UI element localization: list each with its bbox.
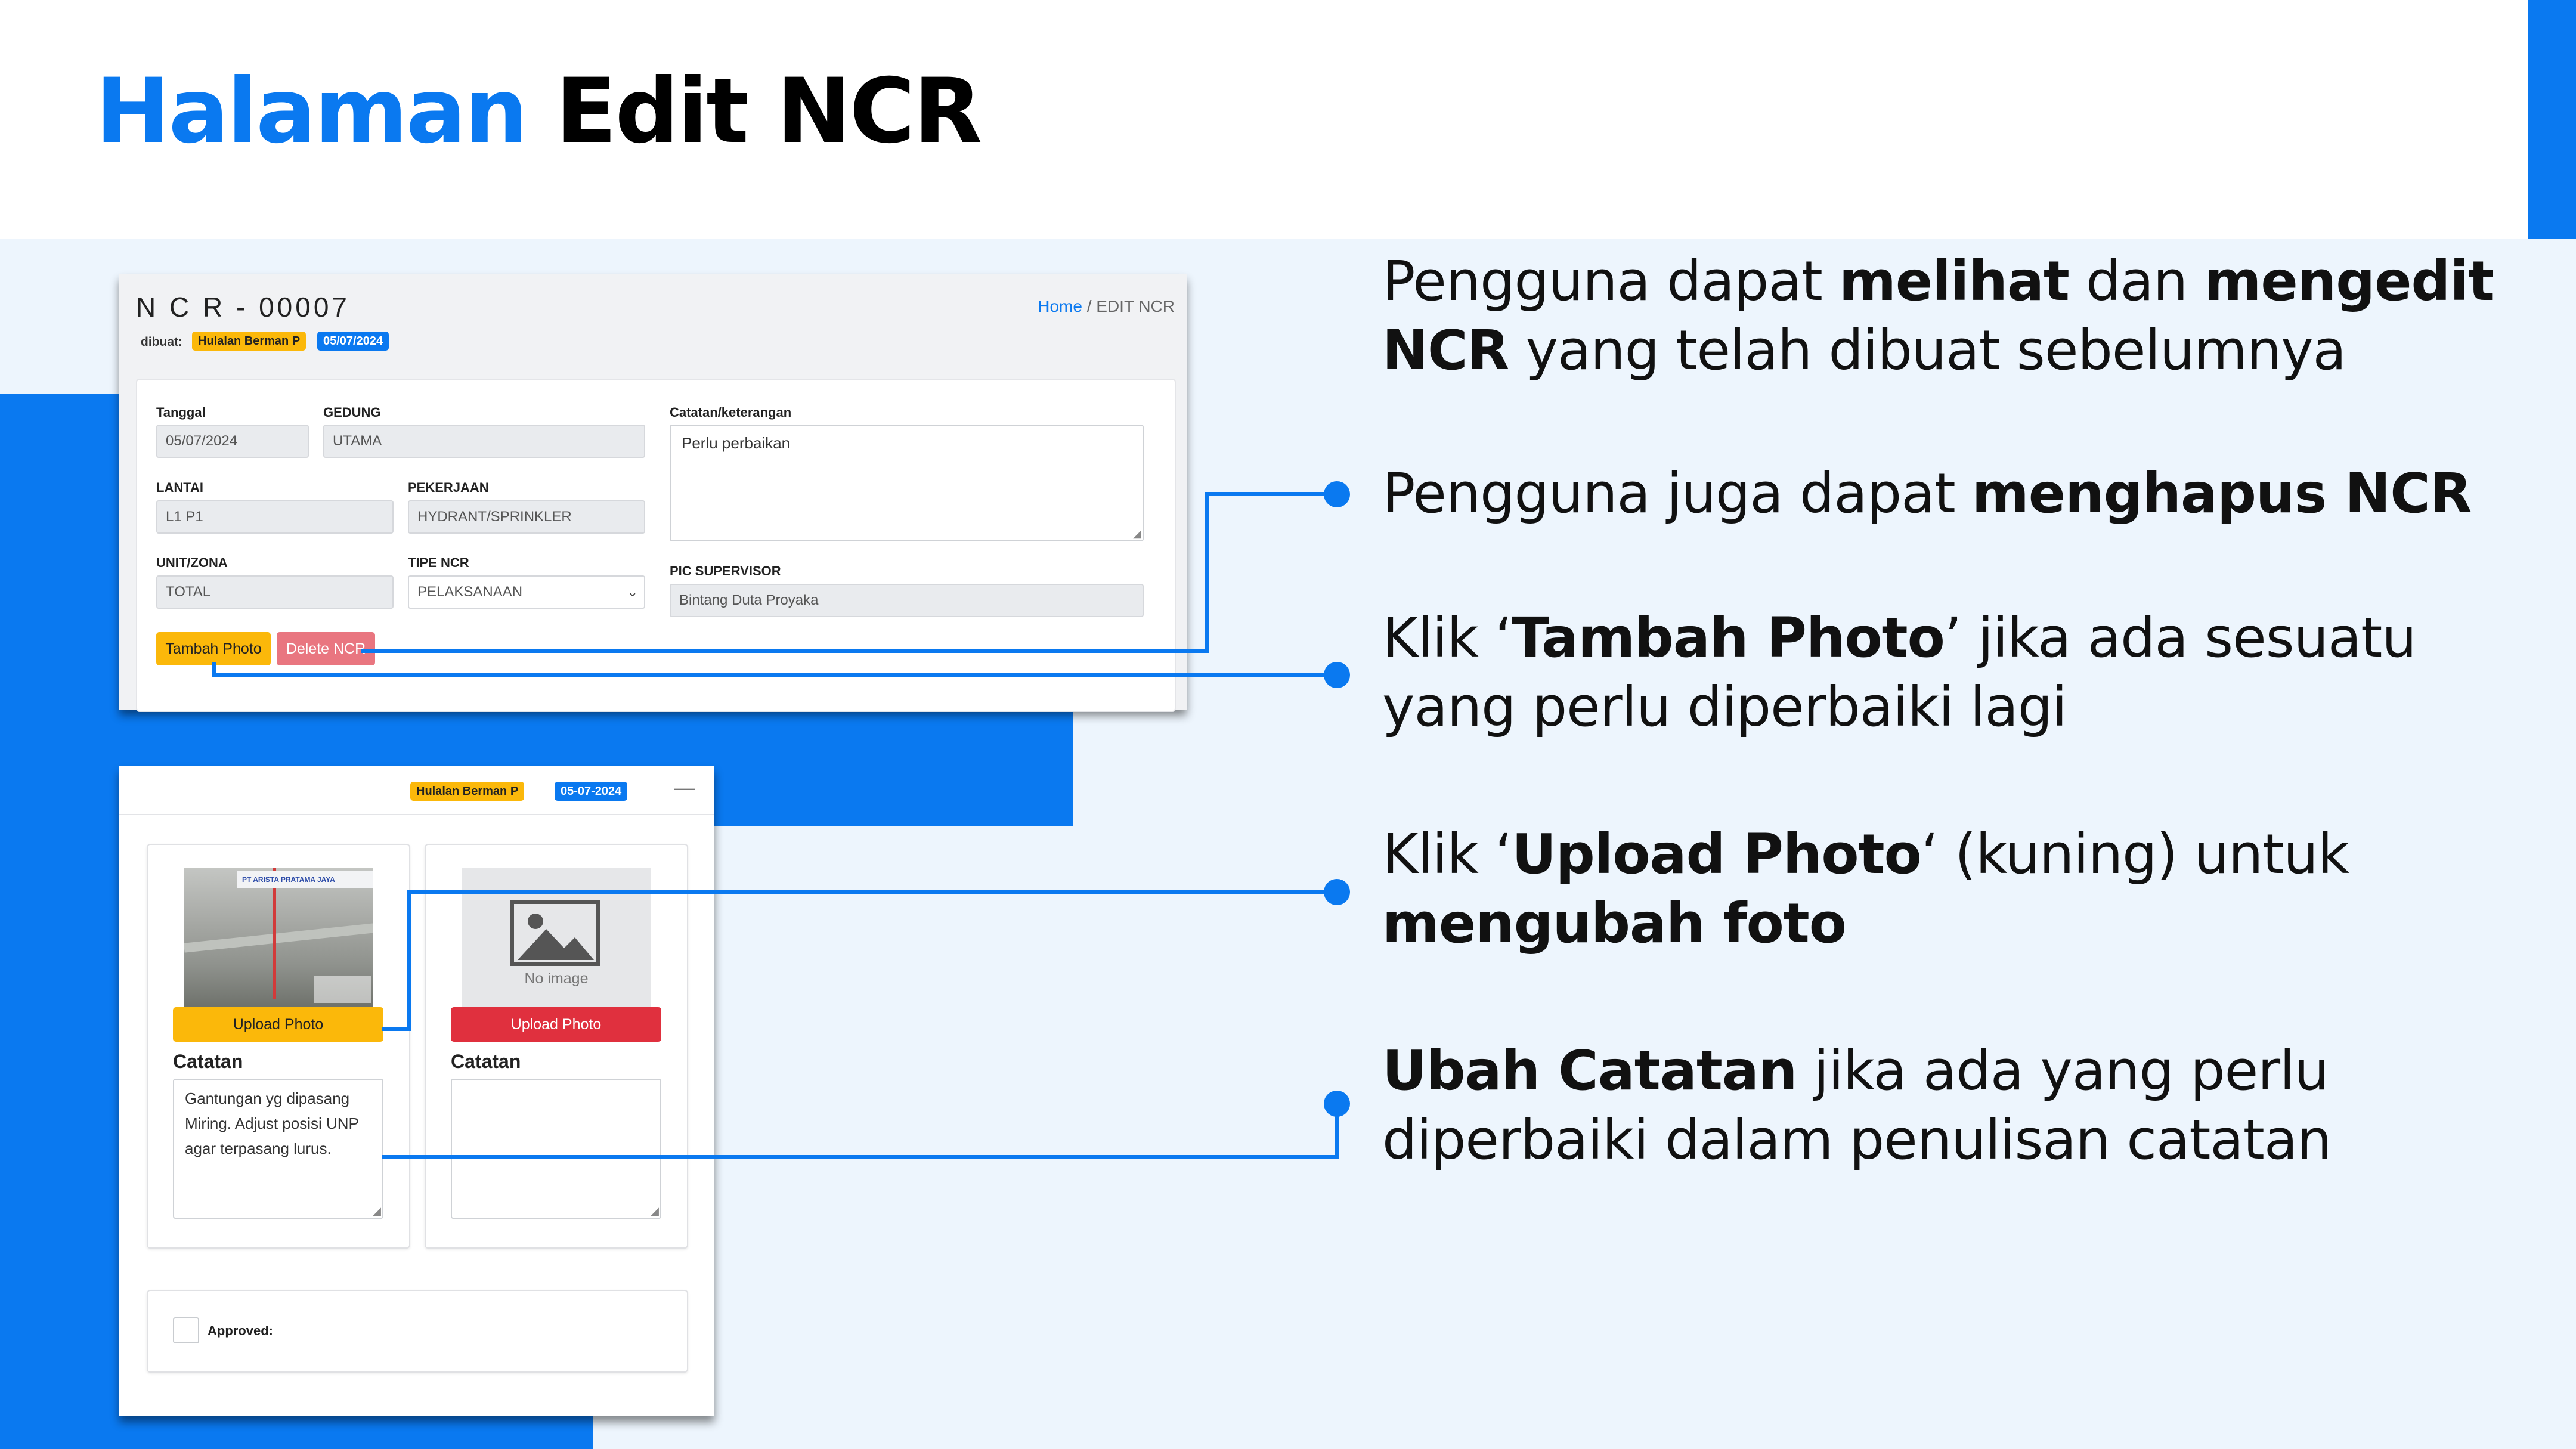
unit-zona-input[interactable]: TOTAL: [156, 575, 394, 609]
desc-text: Pengguna juga dapat: [1382, 462, 1972, 525]
resize-grip-icon[interactable]: ◢: [373, 1206, 381, 1216]
desc-text: ‘ (kuning) untuk: [1921, 822, 2349, 886]
upload-photo-button[interactable]: Upload Photo: [173, 1007, 383, 1042]
date-badge: 05/07/2024: [317, 332, 389, 351]
no-image-text: No image: [524, 970, 589, 987]
desc-view-edit: Pengguna dapat melihat dan mengedit NCR y…: [1382, 247, 2494, 385]
connector-dot: [1324, 481, 1350, 507]
connector-dot: [1324, 1091, 1350, 1117]
connector-line: [361, 649, 1209, 653]
connector-line: [407, 890, 1337, 894]
desc-delete: Pengguna juga dapat menghapus NCR: [1382, 459, 2472, 528]
desc-text: diperbaiki dalam penulisan catatan: [1382, 1108, 2332, 1172]
edit-ncr-screenshot: N C R - 00007 dibuat: Hulalan Berman P 0…: [119, 274, 1187, 712]
accent-bar: [2528, 0, 2576, 239]
catatan-text: Perlu perbaikan: [682, 434, 791, 452]
lantai-input[interactable]: L1 P1: [156, 500, 394, 534]
connector-dot: [1324, 662, 1350, 688]
tanggal-label: Tanggal: [156, 405, 206, 420]
pic-supervisor-label: PIC SUPERVISOR: [670, 564, 781, 578]
lantai-label: LANTAI: [156, 480, 204, 495]
placeholder-photo: No image: [462, 868, 651, 1007]
desc-text: yang perlu diperbaiki lagi: [1382, 675, 2067, 739]
catatan-text: Gantungan yg dipasang Miring. Adjust pos…: [185, 1089, 359, 1157]
desc-text: Pengguna dapat: [1382, 249, 1840, 313]
desc-upload-photo: Klik ‘Upload Photo‘ (kuning) untuk mengub…: [1382, 820, 2349, 958]
header-divider: [119, 814, 714, 815]
pic-supervisor-input[interactable]: Bintang Duta Proyaka: [670, 584, 1144, 617]
catatan-label: Catatan: [173, 1051, 243, 1072]
slide-title: Halaman Edit NCR: [95, 60, 982, 163]
connector-line: [382, 1155, 1339, 1159]
desc-text: dan: [2069, 249, 2205, 313]
upload-photo-button[interactable]: Upload Photo: [451, 1007, 661, 1042]
connector-line: [407, 890, 411, 1031]
approved-label: Approved:: [208, 1323, 273, 1338]
photo-card-empty: No image Upload Photo Catatan ◢: [425, 844, 688, 1249]
desc-emphasis: Upload Photo: [1512, 822, 1922, 886]
chevron-down-icon: ⌄: [627, 584, 638, 599]
gedung-input[interactable]: UTAMA: [323, 425, 645, 458]
resize-grip-icon[interactable]: ◢: [651, 1206, 659, 1216]
breadcrumb-home-link[interactable]: Home: [1038, 297, 1082, 315]
title-highlight: Halaman: [95, 60, 528, 163]
breadcrumb-current: EDIT NCR: [1096, 297, 1175, 315]
photo-card: PT ARISTA PRATAMA JAYA Upload Photo Cata…: [147, 844, 410, 1249]
unit-zona-label: UNIT/ZONA: [156, 555, 228, 570]
tipe-ncr-label: TIPE NCR: [408, 555, 469, 570]
ncr-photo: PT ARISTA PRATAMA JAYA: [184, 868, 373, 1007]
minus-icon[interactable]: —: [674, 775, 695, 800]
approval-card: Approved:: [147, 1290, 688, 1373]
desc-ubah-catatan: Ubah Catatan jika ada yang perlu diperbai…: [1382, 1036, 2332, 1175]
desc-text: yang telah dibuat sebelumnya: [1509, 318, 2346, 382]
resize-grip-icon[interactable]: ◢: [1133, 528, 1141, 539]
tambah-photo-button[interactable]: Tambah Photo: [156, 632, 271, 665]
catatan-label: Catatan/keterangan: [670, 405, 792, 420]
connector-line: [212, 673, 1337, 677]
desc-emphasis: Tambah Photo: [1512, 606, 1945, 670]
catatan-textarea[interactable]: Gantungan yg dipasang Miring. Adjust pos…: [173, 1079, 383, 1219]
tanggal-input[interactable]: 05/07/2024: [156, 425, 309, 458]
pekerjaan-label: PEKERJAAN: [408, 480, 489, 495]
catatan-textarea[interactable]: Perlu perbaikan ◢: [670, 425, 1144, 541]
tipe-ncr-value: PELAKSANAAN: [417, 584, 523, 600]
desc-emphasis: melihat: [1839, 249, 2070, 313]
catatan-textarea[interactable]: ◢: [451, 1079, 661, 1219]
company-logo: PT ARISTA PRATAMA JAYA: [237, 871, 373, 888]
catatan-label: Catatan: [451, 1051, 521, 1072]
desc-text: ’ jika ada sesuatu: [1944, 606, 2417, 670]
ncr-number: N C R - 00007: [136, 292, 351, 323]
desc-emphasis: menghapus NCR: [1971, 462, 2472, 525]
photo-section-screenshot: Hulalan Berman P 05-07-2024 — PT ARISTA …: [119, 766, 714, 1416]
connector-line: [1205, 492, 1337, 496]
desc-emphasis: mengedit: [2204, 249, 2494, 313]
photo-date-badge: 05-07-2024: [555, 782, 628, 801]
desc-emphasis: mengubah foto: [1382, 891, 1847, 955]
approved-checkbox[interactable]: [173, 1317, 199, 1343]
desc-tambah-photo: Klik ‘Tambah Photo’ jika ada sesuatu yang…: [1382, 603, 2417, 742]
breadcrumb: Home / EDIT NCR: [1038, 297, 1175, 316]
creator-badge: Hulalan Berman P: [192, 332, 306, 351]
connector-line: [1205, 492, 1209, 653]
desc-text: jika ada yang perlu: [1797, 1039, 2329, 1103]
gedung-label: GEDUNG: [323, 405, 381, 420]
desc-text: Klik ‘: [1382, 822, 1512, 886]
image-placeholder-icon: [510, 900, 600, 966]
photo-timestamp-stamp: [314, 976, 371, 1003]
ncr-form-card: Tanggal 05/07/2024 GEDUNG UTAMA Catatan/…: [136, 379, 1176, 712]
desc-emphasis: NCR: [1382, 318, 1509, 382]
tipe-ncr-select[interactable]: PELAKSANAAN ⌄: [408, 575, 645, 609]
connector-dot: [1324, 879, 1350, 905]
breadcrumb-separator: /: [1086, 297, 1092, 315]
photo-creator-badge: Hulalan Berman P: [410, 782, 525, 801]
desc-text: Klik ‘: [1382, 606, 1512, 670]
desc-emphasis: Ubah Catatan: [1382, 1039, 1797, 1103]
title-rest: Edit NCR: [555, 60, 982, 163]
pekerjaan-input[interactable]: HYDRANT/SPRINKLER: [408, 500, 645, 534]
created-label: dibuat:: [141, 335, 182, 349]
